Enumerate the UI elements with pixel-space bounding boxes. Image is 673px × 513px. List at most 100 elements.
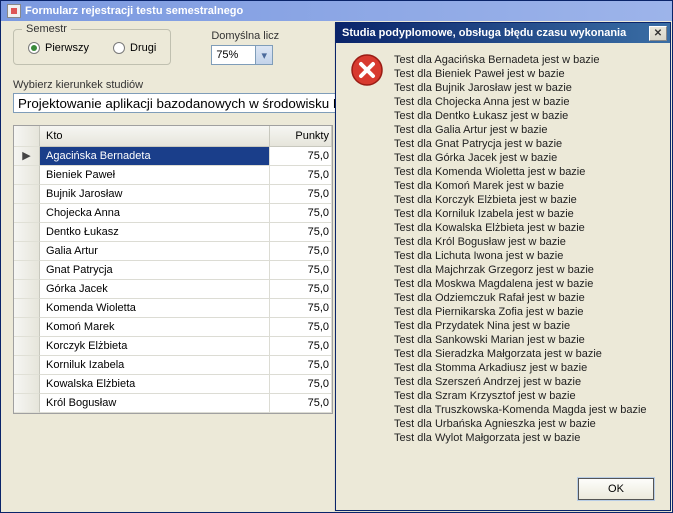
row-header: ▶ (14, 147, 40, 166)
table-row[interactable]: Górka Jacek75,0 (14, 280, 332, 299)
error-line: Test dla Bieniek Paweł jest w bazie (394, 67, 647, 81)
threshold-label: Domyślna licz (211, 30, 279, 42)
threshold-value: 75% (216, 49, 238, 61)
dialog-title: Studia podyplomowe, obsługa błędu czasu … (342, 27, 626, 39)
radio-label: Drugi (130, 42, 156, 54)
close-icon: ✕ (654, 28, 662, 39)
error-line: Test dla Galia Artur jest w bazie (394, 123, 647, 137)
dialog-titlebar: Studia podyplomowe, obsługa błędu czasu … (336, 23, 670, 43)
error-line: Test dla Korniluk Izabela jest w bazie (394, 207, 647, 221)
table-row[interactable]: Galia Artur75,0 (14, 242, 332, 261)
cell-name: Górka Jacek (40, 280, 270, 299)
cell-points: 75,0 (270, 166, 332, 185)
cell-name: Galia Artur (40, 242, 270, 261)
error-dialog: Studia podyplomowe, obsługa błędu czasu … (335, 22, 671, 511)
cell-name: Agacińska Bernadeta (40, 147, 270, 166)
radio-dot-icon (28, 42, 40, 54)
cell-points: 75,0 (270, 185, 332, 204)
cell-name: Kowalska Elżbieta (40, 375, 270, 394)
table-row[interactable]: Korczyk Elżbieta75,0 (14, 337, 332, 356)
cell-name: Dentko Łukasz (40, 223, 270, 242)
ok-button[interactable]: OK (578, 478, 654, 500)
error-line: Test dla Agacińska Bernadeta jest w bazi… (394, 53, 647, 67)
error-line: Test dla Sankowski Marian jest w bazie (394, 333, 647, 347)
row-header (14, 242, 40, 261)
cell-points: 75,0 (270, 242, 332, 261)
table-row[interactable]: ▶Agacińska Bernadeta75,0 (14, 147, 332, 166)
semester-group: Semestr Pierwszy Drugi (13, 29, 171, 65)
error-line: Test dla Komenda Wioletta jest w bazie (394, 165, 647, 179)
error-line: Test dla Urbańska Agnieszka jest w bazie (394, 417, 647, 431)
threshold-combo[interactable]: 75% (211, 45, 273, 65)
cell-name: Korczyk Elżbieta (40, 337, 270, 356)
table-row[interactable]: Dentko Łukasz75,0 (14, 223, 332, 242)
error-line: Test dla Truszkowska-Komenda Magda jest … (394, 403, 647, 417)
error-icon (350, 53, 384, 87)
error-message: Test dla Agacińska Bernadeta jest w bazi… (394, 53, 647, 445)
cell-name: Chojecka Anna (40, 204, 270, 223)
row-header (14, 356, 40, 375)
error-line: Test dla Chojecka Anna jest w bazie (394, 95, 647, 109)
cell-name: Bujnik Jarosław (40, 185, 270, 204)
cell-points: 75,0 (270, 147, 332, 166)
row-header (14, 223, 40, 242)
row-header (14, 394, 40, 413)
error-line: Test dla Majchrzak Grzegorz jest w bazie (394, 263, 647, 277)
cell-points: 75,0 (270, 394, 332, 413)
error-line: Test dla Piernikarska Zofia jest w bazie (394, 305, 647, 319)
cell-points: 75,0 (270, 280, 332, 299)
error-line: Test dla Przydatek Nina jest w bazie (394, 319, 647, 333)
col-header-kto[interactable]: Kto (40, 126, 270, 147)
cell-points: 75,0 (270, 375, 332, 394)
table-row[interactable]: Król Bogusław75,0 (14, 394, 332, 413)
cell-name: Komoń Marek (40, 318, 270, 337)
semester-group-label: Semestr (22, 23, 71, 35)
close-button[interactable]: ✕ (649, 26, 667, 41)
table-row[interactable]: Chojecka Anna75,0 (14, 204, 332, 223)
app-icon (7, 4, 21, 18)
cell-name: Gnat Patrycja (40, 261, 270, 280)
row-header (14, 261, 40, 280)
students-grid[interactable]: Kto Punkty ▶Agacińska Bernadeta75,0Bieni… (13, 125, 333, 414)
cell-points: 75,0 (270, 261, 332, 280)
error-line: Test dla Moskwa Magdalena jest w bazie (394, 277, 647, 291)
table-row[interactable]: Komoń Marek75,0 (14, 318, 332, 337)
cell-name: Komenda Wioletta (40, 299, 270, 318)
error-line: Test dla Szram Krzysztof jest w bazie (394, 389, 647, 403)
table-row[interactable]: Gnat Patrycja75,0 (14, 261, 332, 280)
error-line: Test dla Komoń Marek jest w bazie (394, 179, 647, 193)
table-row[interactable]: Bujnik Jarosław75,0 (14, 185, 332, 204)
window-title: Formularz rejestracji testu semestralneg… (25, 5, 243, 17)
error-line: Test dla Stomma Arkadiusz jest w bazie (394, 361, 647, 375)
error-line: Test dla Kowalska Elżbieta jest w bazie (394, 221, 647, 235)
error-line: Test dla Gnat Patrycja jest w bazie (394, 137, 647, 151)
cell-name: Korniluk Izabela (40, 356, 270, 375)
table-row[interactable]: Komenda Wioletta75,0 (14, 299, 332, 318)
row-header (14, 204, 40, 223)
row-header (14, 299, 40, 318)
main-titlebar: Formularz rejestracji testu semestralneg… (1, 1, 672, 21)
cell-name: Król Bogusław (40, 394, 270, 413)
cell-name: Bieniek Paweł (40, 166, 270, 185)
error-line: Test dla Odziemczuk Rafał jest w bazie (394, 291, 647, 305)
cell-points: 75,0 (270, 356, 332, 375)
row-header (14, 280, 40, 299)
table-row[interactable]: Bieniek Paweł75,0 (14, 166, 332, 185)
error-line: Test dla Bujnik Jarosław jest w bazie (394, 81, 647, 95)
radio-drugi[interactable]: Drugi (113, 42, 156, 54)
col-header-punkty[interactable]: Punkty (270, 126, 332, 147)
cell-points: 75,0 (270, 337, 332, 356)
table-row[interactable]: Kowalska Elżbieta75,0 (14, 375, 332, 394)
row-header (14, 337, 40, 356)
radio-label: Pierwszy (45, 42, 89, 54)
radio-pierwszy[interactable]: Pierwszy (28, 42, 89, 54)
error-line: Test dla Lichuta Iwona jest w bazie (394, 249, 647, 263)
cell-points: 75,0 (270, 318, 332, 337)
grid-corner (14, 126, 40, 147)
row-header (14, 166, 40, 185)
error-line: Test dla Król Bogusław jest w bazie (394, 235, 647, 249)
error-line: Test dla Szerszeń Andrzej jest w bazie (394, 375, 647, 389)
table-row[interactable]: Korniluk Izabela75,0 (14, 356, 332, 375)
error-line: Test dla Sieradzka Małgorzata jest w baz… (394, 347, 647, 361)
error-line: Test dla Korczyk Elżbieta jest w bazie (394, 193, 647, 207)
